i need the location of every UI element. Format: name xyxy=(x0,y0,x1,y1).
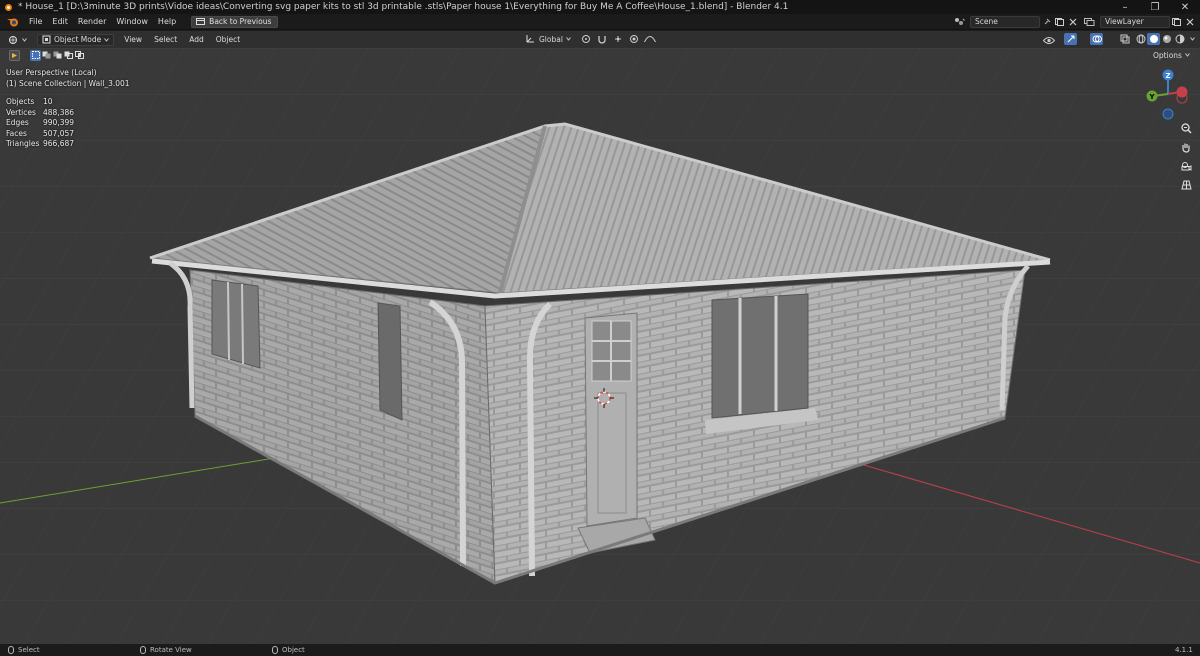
delete-view-layer-icon[interactable] xyxy=(1183,16,1196,28)
menu-help[interactable]: Help xyxy=(153,14,181,30)
menu-view[interactable]: View xyxy=(118,35,148,44)
back-to-previous-label: Back to Previous xyxy=(209,17,272,26)
new-scene-icon[interactable] xyxy=(1053,16,1066,28)
stat-row: Triangles 966,687 xyxy=(6,139,75,149)
shading-rendered-icon[interactable] xyxy=(1173,33,1186,45)
blender-version: 4.1.1 xyxy=(1175,646,1193,654)
perspective-grid-icon[interactable] xyxy=(1179,178,1193,192)
stat-row: Vertices 488,386 xyxy=(6,107,75,117)
blender-logo-icon[interactable] xyxy=(6,16,20,28)
chevron-down-icon xyxy=(566,37,571,41)
viewport-header: Object Mode View Select Add Object Globa… xyxy=(0,31,1200,48)
orientation-label[interactable]: Global xyxy=(539,35,563,44)
pin-scene-icon[interactable] xyxy=(1040,16,1053,28)
menu-add[interactable]: Add xyxy=(183,35,210,44)
3d-viewport-icon xyxy=(9,35,17,44)
scene-browse-icon[interactable] xyxy=(953,16,966,28)
chevron-down-icon xyxy=(22,37,27,42)
select-extend-icon[interactable] xyxy=(41,50,52,61)
mouse-right-icon xyxy=(272,646,278,654)
visibility-eye-icon[interactable] xyxy=(1042,34,1055,46)
camera-view-icon[interactable] xyxy=(1179,159,1193,173)
close-window-button[interactable]: ✕ xyxy=(1170,0,1200,14)
shading-solid-icon[interactable] xyxy=(1147,33,1160,45)
options-dropdown[interactable]: Options xyxy=(1153,49,1190,61)
scene-name-field[interactable]: Scene xyxy=(970,15,1040,28)
view-perspective-label: User Perspective (Local) xyxy=(6,68,97,77)
left-window xyxy=(211,279,261,369)
editor-type-selector[interactable] xyxy=(8,35,27,45)
menu-select[interactable]: Select xyxy=(148,35,183,44)
delete-scene-icon[interactable] xyxy=(1066,16,1079,28)
back-to-previous-button[interactable]: Back to Previous xyxy=(191,15,279,28)
menu-file[interactable]: File xyxy=(24,14,47,30)
snap-magnet-icon[interactable] xyxy=(596,33,609,45)
object-mode-icon xyxy=(42,35,51,44)
menu-render[interactable]: Render xyxy=(73,14,111,30)
gizmo-y-label: Y xyxy=(1148,93,1155,101)
scene-statistics: Objects 10 Vertices 488,386 Edges 990,399 F… xyxy=(6,97,74,150)
shading-material-icon[interactable] xyxy=(1160,33,1173,45)
stat-row: Faces 507,057 xyxy=(6,128,75,138)
window-title: * House_1 [D:\3minute 3D prints\Vidoe id… xyxy=(18,2,789,12)
menu-object[interactable]: Object xyxy=(210,35,246,44)
mouse-left-icon xyxy=(8,646,14,654)
menu-window[interactable]: Window xyxy=(111,14,153,30)
viewport-scene[interactable]: Z Y xyxy=(0,48,1200,644)
front-window xyxy=(711,293,809,419)
side-window xyxy=(377,302,403,421)
object-mode-label: Object Mode xyxy=(54,35,102,44)
3d-viewport[interactable]: Z Y xyxy=(0,48,1200,644)
gizmo-z-label: Z xyxy=(1165,72,1170,80)
status-select-hint: Select xyxy=(8,646,40,654)
status-bar: Select Rotate View Object 4.1.1 xyxy=(0,644,1200,656)
zoom-view-icon[interactable] xyxy=(1179,121,1193,135)
stat-value: 488,386 xyxy=(43,107,75,117)
select-subtract-icon[interactable] xyxy=(52,50,63,61)
pan-view-hand-icon[interactable] xyxy=(1179,140,1193,154)
show-gizmo-icon[interactable] xyxy=(1064,33,1077,45)
orientation-axes-icon xyxy=(526,35,534,43)
scene-selector: Scene ViewLayer xyxy=(953,15,1196,28)
xray-toggle-icon[interactable] xyxy=(1118,33,1131,45)
transform-orientation-group: Global xyxy=(525,33,657,45)
stat-row: Edges 990,399 xyxy=(6,118,75,128)
minimize-button[interactable]: – xyxy=(1110,0,1140,14)
chevron-down-icon xyxy=(104,37,110,42)
view-layer-browse-icon[interactable] xyxy=(1083,16,1096,28)
stat-value: 966,687 xyxy=(43,139,75,149)
screen-back-icon xyxy=(196,18,206,25)
proportional-edit-icon[interactable] xyxy=(628,33,641,45)
stat-value: 507,057 xyxy=(43,128,75,138)
shading-wireframe-icon[interactable] xyxy=(1134,33,1147,45)
top-menu-bar: File Edit Render Window Help Back to Pre… xyxy=(0,14,1200,30)
select-intersect-icon[interactable] xyxy=(74,50,85,61)
tool-settings-row xyxy=(0,48,1200,62)
stat-value: 990,399 xyxy=(43,118,75,128)
stat-row: Objects 10 xyxy=(6,97,53,106)
object-mode-dropdown[interactable]: Object Mode xyxy=(37,33,115,46)
active-tool-icon[interactable] xyxy=(9,49,20,61)
window-title-bar: * House_1 [D:\3minute 3D prints\Vidoe id… xyxy=(0,0,1200,14)
select-invert-icon[interactable] xyxy=(63,50,74,61)
new-view-layer-icon[interactable] xyxy=(1170,16,1183,28)
menu-edit[interactable]: Edit xyxy=(47,14,73,30)
shading-options-chevron-icon[interactable] xyxy=(1186,33,1199,45)
falloff-curve-icon[interactable] xyxy=(644,33,657,45)
view-layer-name-field[interactable]: ViewLayer xyxy=(1100,15,1170,28)
status-rotate-hint: Rotate View xyxy=(140,646,192,654)
options-label: Options xyxy=(1153,50,1182,60)
show-overlays-icon[interactable] xyxy=(1090,33,1103,45)
blender-app-icon xyxy=(5,4,12,11)
status-object-hint: Object xyxy=(272,646,305,654)
snap-target-icon[interactable] xyxy=(612,33,625,45)
active-collection-label: (1) Scene Collection | Wall_3.001 xyxy=(6,79,130,88)
mouse-middle-icon xyxy=(140,646,146,654)
select-new-icon[interactable] xyxy=(30,49,41,61)
restore-button[interactable]: ❐ xyxy=(1140,0,1170,14)
chevron-down-icon xyxy=(1185,53,1190,57)
pivot-point-icon[interactable] xyxy=(580,33,593,45)
stat-value: 10 xyxy=(43,97,53,106)
